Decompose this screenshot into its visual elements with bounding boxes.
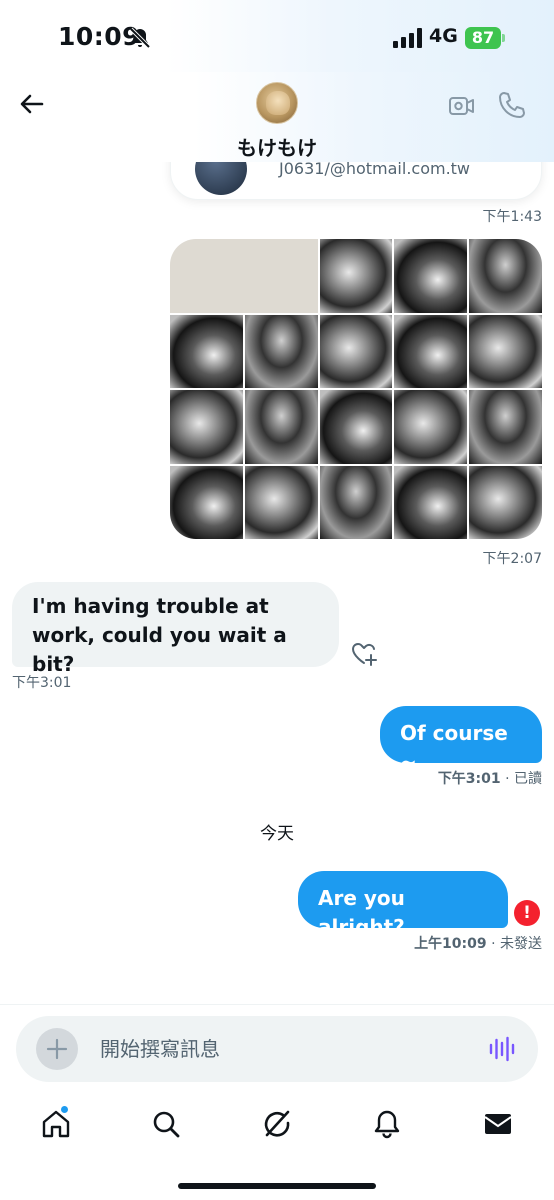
card-email: J0631/@hotmail.com.tw — [279, 162, 471, 178]
phone-call-icon[interactable] — [497, 90, 527, 120]
timestamp: 下午2:07 — [482, 551, 542, 567]
collage-image — [394, 465, 468, 539]
home-indicator — [178, 1183, 376, 1189]
collage-image — [469, 465, 542, 539]
collage-image — [469, 314, 542, 388]
collage-image — [170, 314, 243, 388]
collage-image — [469, 390, 542, 464]
collage-image — [170, 390, 243, 464]
add-media-button[interactable] — [36, 1028, 78, 1070]
signal-icon — [393, 28, 422, 48]
search-icon[interactable] — [150, 1108, 182, 1140]
tab-bar — [0, 1098, 554, 1158]
composer-divider — [0, 1004, 554, 1005]
voice-message-icon[interactable] — [488, 1035, 516, 1063]
collage-image — [170, 465, 243, 539]
message-input[interactable] — [100, 1029, 470, 1069]
image-collage[interactable] — [170, 239, 542, 539]
bell-icon[interactable] — [371, 1108, 403, 1140]
battery-level: 87 — [471, 28, 495, 47]
collage-image — [469, 239, 542, 313]
collage-image — [244, 465, 318, 539]
day-divider: 今天 — [260, 824, 294, 844]
video-call-icon[interactable] — [448, 92, 476, 120]
collage-image — [244, 390, 318, 464]
plus-icon — [46, 1038, 68, 1060]
message-bubble-outgoing[interactable]: Are you alright? — [298, 871, 508, 939]
shared-profile-card[interactable]: J0631/@hotmail.com.tw — [170, 162, 542, 200]
collage-image — [319, 314, 393, 388]
message-composer — [16, 1016, 538, 1082]
battery-icon: 87 — [465, 27, 505, 49]
timestamp: 下午1:43 — [482, 209, 542, 225]
message-thread[interactable]: J0631/@hotmail.com.tw 下午1:43 下午2:07 I'm … — [0, 162, 554, 1004]
status-bar: 10:09 4G 87 — [0, 0, 554, 72]
send-status: · 未發送 — [491, 936, 542, 952]
conversation-header: もけもけ — [0, 72, 554, 162]
timestamp: 下午3:01 — [12, 675, 72, 691]
read-status: · 已讀 — [505, 771, 542, 787]
timestamp: 下午3:01 — [437, 771, 501, 787]
back-arrow-icon[interactable] — [16, 88, 48, 120]
collage-image — [394, 390, 468, 464]
home-notification-dot — [60, 1105, 69, 1114]
send-error-icon[interactable]: ! — [514, 900, 540, 926]
collage-image — [319, 465, 393, 539]
message-meta: 上午10:09 · 未發送 — [414, 933, 542, 953]
collage-image — [394, 239, 468, 313]
grok-icon[interactable] — [261, 1108, 293, 1140]
network-type: 4G — [429, 25, 458, 47]
card-avatar — [195, 162, 247, 195]
collage-image — [319, 239, 393, 313]
heart-plus-icon[interactable] — [350, 640, 378, 666]
collage-blank — [170, 239, 318, 313]
contact-avatar[interactable] — [256, 82, 298, 124]
message-bubble-outgoing[interactable]: Of course ~ — [380, 706, 542, 774]
message-meta: 下午3:01 · 已讀 — [438, 768, 542, 788]
bell-off-icon — [129, 27, 151, 49]
message-bubble-incoming[interactable]: I'm having trouble at work, could you wa… — [12, 582, 339, 676]
mail-icon[interactable] — [482, 1108, 514, 1140]
contact-name[interactable]: もけもけ — [0, 132, 554, 161]
collage-image — [394, 314, 468, 388]
collage-image — [319, 390, 393, 464]
collage-image — [244, 314, 318, 388]
timestamp: 上午10:09 — [414, 936, 487, 952]
